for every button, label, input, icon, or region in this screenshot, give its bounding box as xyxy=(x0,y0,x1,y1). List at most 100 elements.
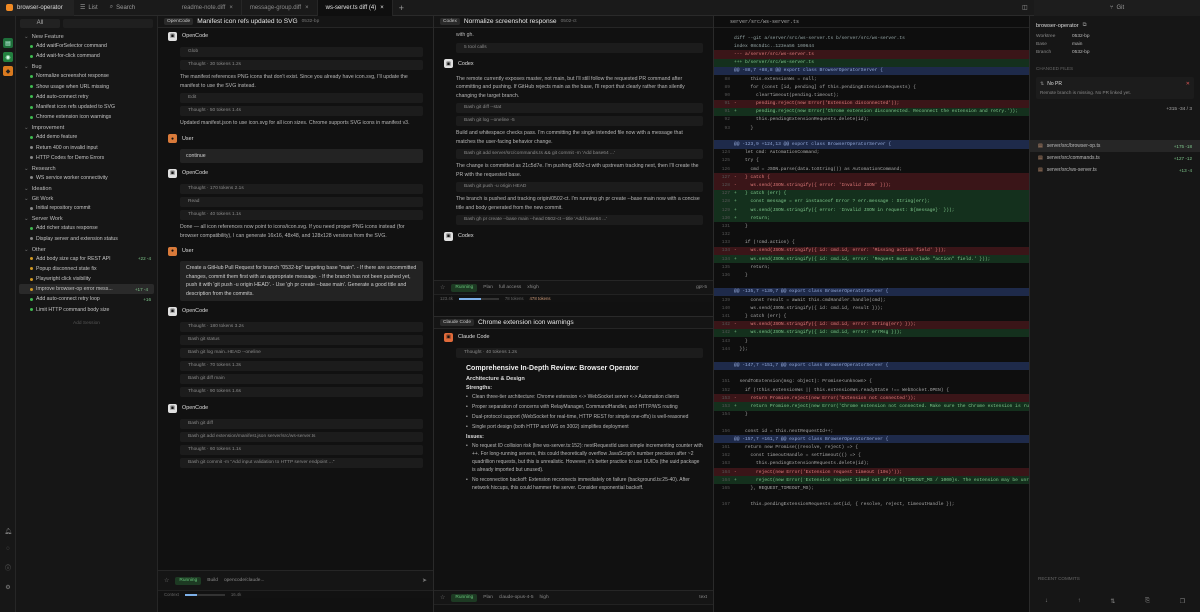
session-item[interactable]: Add auto-connect retry loop +16 xyxy=(16,294,157,304)
stash-icon[interactable]: ⎘ xyxy=(1145,598,1150,605)
orange-agent-icon[interactable]: ◆ xyxy=(3,66,13,76)
session-item[interactable]: Add demo feature xyxy=(16,132,157,142)
session-item[interactable]: Show usage when URL missing xyxy=(16,82,157,92)
external-link-icon[interactable]: ⧉ xyxy=(1083,22,1087,29)
tool-call-row[interactable]: Thought · 50 tokens 1.4s xyxy=(180,106,423,116)
tool-call-row[interactable]: Bash git add extension/manifest.json ser… xyxy=(180,432,423,442)
tool-call-row[interactable]: Thought · 60 tokens 1.1s xyxy=(180,445,423,455)
session-item[interactable]: Playwright click visibility xyxy=(16,274,157,284)
diff-line: 162 const timeoutHandle = setTimeout(() … xyxy=(714,452,1029,460)
tab-ws-server-diff[interactable]: ws-server.ts diff (4) × xyxy=(317,0,393,16)
git-panel-tab[interactable]: ⑂ Git xyxy=(1034,0,1200,16)
tool-call-row[interactable]: Bash git diff --stat xyxy=(456,103,703,113)
tab-message-group[interactable]: message-group.diff × xyxy=(242,0,318,16)
view-list-button[interactable]: ☰ List xyxy=(74,0,104,16)
line-number: 129 xyxy=(721,207,730,213)
diff-line: 133 if (!cmd.action) { xyxy=(714,239,1029,247)
session-item[interactable]: HTTP Codes for Demo Errors xyxy=(16,153,157,163)
tool-call-row[interactable]: Bash git log main..HEAD --oneline xyxy=(180,348,423,358)
repo-title: browser-operator xyxy=(1036,22,1079,29)
filter-all-button[interactable]: All xyxy=(20,19,60,28)
star-icon[interactable]: ☆ xyxy=(440,284,445,291)
tool-call-row[interactable]: Bash git add server/src/commands.ts && g… xyxy=(456,149,703,159)
close-icon[interactable]: × xyxy=(305,5,309,11)
info-icon[interactable]: ⓘ xyxy=(3,562,13,572)
info-value: 0532-bp xyxy=(1072,33,1090,39)
tool-call-row[interactable]: Thought · 30 tokens 1.2s xyxy=(180,60,423,70)
tab-readme-note[interactable]: readme-note.diff × xyxy=(174,0,242,16)
session-item[interactable]: Improve browser-op error mess... +17 -4 xyxy=(19,284,154,295)
agent-icon[interactable]: ◉ xyxy=(3,52,13,62)
tool-call-row[interactable]: Bash git commit -m "Add input validation… xyxy=(180,458,423,468)
bell-icon[interactable]: 🔔︎ xyxy=(3,526,13,536)
changed-file[interactable]: ▤ server/src/ws-server.ts +13 -4 xyxy=(1030,164,1200,176)
session-item[interactable]: Limit HTTP command body size xyxy=(16,305,157,315)
model-select[interactable]: opencode/claude... xyxy=(224,578,265,583)
tool-call-row[interactable]: Bash git status xyxy=(180,335,423,345)
split-view-icon[interactable]: ◫ xyxy=(1016,0,1034,16)
group-header[interactable]: ⌄ Git Work xyxy=(16,193,157,203)
view-search-button[interactable]: ⌕ Search xyxy=(104,0,174,16)
session-item[interactable]: Normalize screenshot response xyxy=(16,71,157,81)
group-header[interactable]: ⌄ Research xyxy=(16,163,157,173)
tool-call-row[interactable]: Thought · 180 tokens 3.2s xyxy=(180,322,423,332)
session-item[interactable]: Add body size cap for REST API +22 -4 xyxy=(16,254,157,264)
project-switcher[interactable]: browser-operator xyxy=(0,0,74,16)
send-icon[interactable]: ➤ xyxy=(422,577,427,584)
session-item[interactable]: Initial repository commit xyxy=(16,203,157,213)
new-tab-button[interactable]: + xyxy=(393,0,410,16)
tool-call-row[interactable]: 5 tool calls xyxy=(456,42,703,53)
line-code: this.pendingExtensionRequests.delete(id)… xyxy=(734,117,870,123)
fetch-icon[interactable]: ↓ xyxy=(1045,598,1048,605)
changed-file[interactable]: ▤ server/src/browser-op.ts +175 -18 xyxy=(1030,140,1200,152)
tool-call-row[interactable]: Bash git diff main xyxy=(180,374,423,384)
home-icon[interactable]: ▤ xyxy=(3,38,13,48)
group-header[interactable]: ⌄ Bug xyxy=(16,61,157,71)
tool-call-row[interactable]: Bash git push -u origin HEAD xyxy=(456,182,703,192)
tool-call-row[interactable]: Thought · 90 tokens 1.6s xyxy=(180,387,423,397)
copy-icon[interactable]: ❐ xyxy=(1180,598,1185,605)
tool-call-row[interactable]: Thought · 40 tokens 1.2s xyxy=(456,348,703,358)
close-icon[interactable]: × xyxy=(229,5,233,11)
group-header[interactable]: ⌄ Improvement xyxy=(16,122,157,132)
session-search-input[interactable] xyxy=(63,19,153,28)
session-item[interactable]: Manifest icon refs updated to SVG xyxy=(16,102,157,112)
tool-call-row[interactable]: Bash git diff xyxy=(180,419,423,429)
tool-call-row[interactable]: Edit xyxy=(180,93,423,103)
group-header[interactable]: ⌄ New Feature xyxy=(16,31,157,41)
session-item[interactable]: Chrome extension icon warnings xyxy=(16,112,157,122)
status-dot-icon xyxy=(30,287,33,291)
chat-icon[interactable]: ◌ xyxy=(3,544,13,554)
group-header[interactable]: ⌄ Server Work xyxy=(16,213,157,223)
tool-call-row[interactable]: Bash git log --oneline -5 xyxy=(456,116,703,126)
tool-call-row[interactable]: Thought · 170 tokens 2.1s xyxy=(180,184,423,194)
push-icon[interactable]: ↑ xyxy=(1078,598,1081,605)
star-icon[interactable]: ☆ xyxy=(164,577,169,584)
mode-select[interactable]: Build xyxy=(207,578,218,583)
agent-avatar-icon: ▣ xyxy=(444,59,453,68)
session-item[interactable]: Display server and extension status xyxy=(16,233,157,243)
tool-call-row[interactable]: Read xyxy=(180,197,423,207)
tool-call-row[interactable]: Bash gh pr create --base main --head 050… xyxy=(456,215,703,225)
tool-call-row[interactable]: Thought · 70 tokens 1.3s xyxy=(180,361,423,371)
session-item[interactable]: Popup disconnect state fix xyxy=(16,264,157,274)
tool-call-row[interactable]: Glob xyxy=(180,47,423,57)
sync-icon[interactable]: ⇅ xyxy=(1110,598,1115,605)
settings-icon[interactable]: ⚙ xyxy=(3,582,13,592)
close-icon[interactable]: ✕ xyxy=(1186,81,1190,87)
line-number: 127 xyxy=(721,174,730,180)
star-icon[interactable]: ☆ xyxy=(440,594,445,601)
tool-call-row[interactable]: Thought · 40 tokens 1.1s xyxy=(180,210,423,220)
session-item[interactable]: Add auto-connect retry xyxy=(16,92,157,102)
session-item[interactable]: WS service worker connectivity xyxy=(16,173,157,183)
changed-file[interactable]: ▤ server/src/commands.ts +127 -12 xyxy=(1030,152,1200,164)
session-item[interactable]: Add waitForSelector command xyxy=(16,41,157,51)
info-key: Worktree xyxy=(1036,33,1056,39)
add-session-button[interactable]: Add Session xyxy=(16,321,157,326)
session-item[interactable]: Return 400 on invalid input xyxy=(16,143,157,153)
close-icon[interactable]: × xyxy=(380,5,384,11)
session-item[interactable]: Add wait-for-click command xyxy=(16,51,157,61)
group-header[interactable]: ⌄ Other xyxy=(16,244,157,254)
session-item[interactable]: Add richer status response xyxy=(16,223,157,233)
group-header[interactable]: ⌄ Ideation xyxy=(16,183,157,193)
